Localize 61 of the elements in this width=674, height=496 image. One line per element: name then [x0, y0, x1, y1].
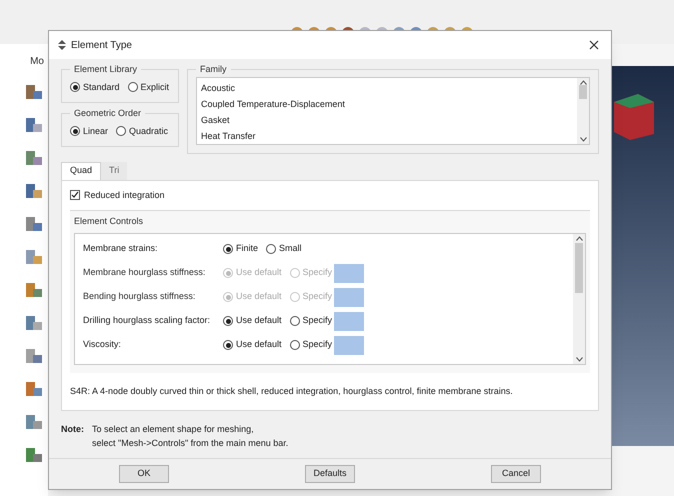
resize-icon — [57, 40, 67, 50]
group-label: Geometric Order — [73, 107, 142, 120]
scroll-up-icon[interactable] — [580, 80, 586, 84]
tool-icon[interactable] — [24, 313, 44, 333]
row-label: Membrane strains: — [83, 242, 159, 256]
tab[interactable]: Quad — [61, 162, 102, 180]
tool-icon[interactable] — [24, 280, 44, 300]
tab[interactable]: Tri — [101, 162, 128, 180]
tool-icon[interactable] — [24, 181, 44, 201]
note-label: Note: — [61, 423, 84, 436]
scroll-thumb[interactable] — [579, 84, 587, 98]
scroll-down-icon[interactable] — [580, 136, 586, 142]
value-field[interactable] — [334, 312, 364, 330]
scroll-down-icon[interactable] — [576, 356, 582, 362]
radio-button[interactable]: Finite — [223, 242, 258, 256]
element-description: S4R: A 4-node doubly curved thin or thick shell, reduced integration, hourglass control, finite membrane strains. — [70, 384, 514, 398]
module-label: Mo — [30, 55, 44, 69]
radio-button[interactable]: Specify — [290, 338, 332, 352]
row-label: Bending hourglass stiffness: — [83, 290, 196, 304]
tool-icon[interactable] — [24, 82, 44, 102]
group-label: Element Library — [73, 63, 138, 76]
radio-button[interactable]: Small — [266, 242, 302, 256]
dialog-button[interactable]: OK — [119, 465, 169, 483]
radio-button[interactable]: Standard — [70, 80, 120, 94]
tool-icon[interactable] — [24, 115, 44, 135]
list-item[interactable]: Gasket — [201, 112, 573, 128]
radio-button[interactable]: Specify — [290, 314, 332, 328]
radio-button[interactable]: Use default — [223, 338, 282, 352]
tool-icon[interactable] — [24, 247, 44, 267]
dialog-button[interactable]: Defaults — [305, 465, 355, 483]
list-item[interactable]: Acoustic — [201, 80, 573, 96]
radio-button[interactable]: Quadratic — [116, 124, 168, 138]
scrollbar[interactable] — [573, 234, 585, 364]
list-item[interactable]: Heat Transfer — [201, 128, 573, 144]
scrollbar[interactable] — [577, 78, 589, 144]
tool-icon[interactable] — [24, 412, 44, 432]
value-field[interactable] — [334, 336, 364, 354]
row-label: Viscosity: — [83, 338, 122, 352]
checkbox[interactable]: Reduced integration — [70, 188, 590, 202]
group-label: Family — [199, 63, 228, 76]
tool-icon[interactable] — [24, 379, 44, 399]
tool-icon[interactable] — [24, 445, 44, 465]
scroll-thumb[interactable] — [575, 242, 583, 292]
close-icon — [589, 40, 599, 50]
window-title: Element Type — [71, 38, 132, 52]
radio-button[interactable]: Linear — [70, 124, 108, 138]
scroll-up-icon[interactable] — [576, 236, 582, 240]
radio-button[interactable]: Use default — [223, 314, 282, 328]
check-icon — [71, 191, 79, 200]
note-text: select "Mesh->Controls" from the main menu bar. — [92, 436, 288, 450]
dialog-button[interactable]: Cancel — [491, 465, 541, 483]
row-label: Membrane hourglass stiffness: — [83, 266, 206, 280]
group-label: Element Controls — [74, 215, 144, 228]
list-item[interactable]: Coupled Temperature-Displacement — [201, 96, 573, 112]
tool-icon[interactable] — [24, 148, 44, 168]
tool-icon[interactable] — [24, 346, 44, 366]
row-label: Drilling hourglass scaling factor: — [83, 314, 212, 328]
note-text: To select an element shape for meshing, — [92, 423, 255, 436]
mesh-drawing — [614, 94, 654, 140]
radio-button[interactable]: Explicit — [128, 80, 170, 94]
tool-icon[interactable] — [24, 214, 44, 234]
